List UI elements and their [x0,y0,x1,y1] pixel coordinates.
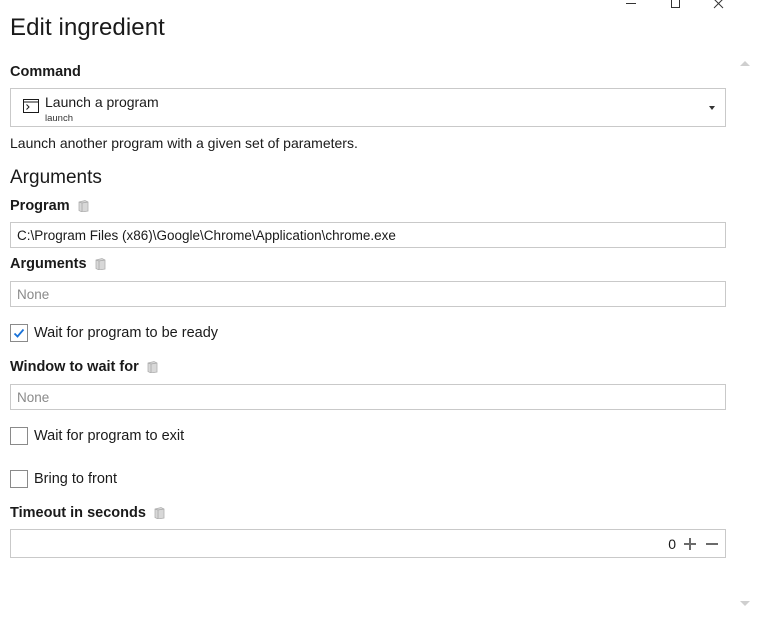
page-title: Edit ingredient [10,14,165,41]
caption-buttons [621,0,759,12]
bring-front-row[interactable]: Bring to front [10,470,117,488]
wait-exit-label[interactable]: Wait for program to exit [34,428,184,444]
arguments-label: Arguments [10,256,106,272]
close-icon [713,0,724,9]
window-wait-label-text: Window to wait for [10,359,139,375]
command-dropdown[interactable]: Launch a program launch [10,88,726,127]
timeout-label: Timeout in seconds [10,505,165,521]
wait-exit-checkbox[interactable] [10,427,28,445]
bring-front-label[interactable]: Bring to front [34,471,117,487]
help-book-icon[interactable] [154,507,165,519]
command-selected-title: Launch a program [45,94,159,110]
maximize-icon [671,0,680,8]
minimize-button[interactable] [621,0,667,12]
command-label-text: Command [10,64,81,80]
arguments-label-text: Arguments [10,256,87,272]
arguments-section-title: Arguments [10,167,102,188]
chevron-down-icon [709,106,715,110]
command-selected-subtitle: launch [45,113,73,124]
plus-icon[interactable] [682,536,698,552]
timeout-value[interactable]: 0 [668,536,676,552]
window-wait-input[interactable] [10,384,726,410]
command-label: Command [10,64,81,80]
help-book-icon[interactable] [78,200,89,212]
program-input[interactable] [10,222,726,248]
terminal-icon [23,99,39,113]
edit-ingredient-window: Edit ingredient Command Launch a program… [0,0,759,625]
timeout-numeric-input[interactable]: 0 [10,529,726,558]
minimize-icon [626,3,636,4]
maximize-button[interactable] [667,0,713,12]
window-wait-label: Window to wait for [10,359,158,375]
program-label-text: Program [10,198,70,214]
command-description: Launch another program with a given set … [10,135,358,151]
arguments-input[interactable] [10,281,726,307]
wait-ready-label[interactable]: Wait for program to be ready [34,325,218,341]
program-label: Program [10,198,89,214]
bring-front-checkbox[interactable] [10,470,28,488]
close-button[interactable] [713,0,759,12]
wait-exit-row[interactable]: Wait for program to exit [10,427,184,445]
wait-ready-checkbox[interactable] [10,324,28,342]
help-book-icon[interactable] [147,361,158,373]
minus-icon[interactable] [704,536,720,552]
checkmark-icon [13,328,25,338]
scroll-down-arrow-icon[interactable] [740,601,750,606]
timeout-label-text: Timeout in seconds [10,505,146,521]
help-book-icon[interactable] [95,258,106,270]
wait-ready-row[interactable]: Wait for program to be ready [10,324,218,342]
scroll-up-arrow-icon[interactable] [740,61,750,66]
